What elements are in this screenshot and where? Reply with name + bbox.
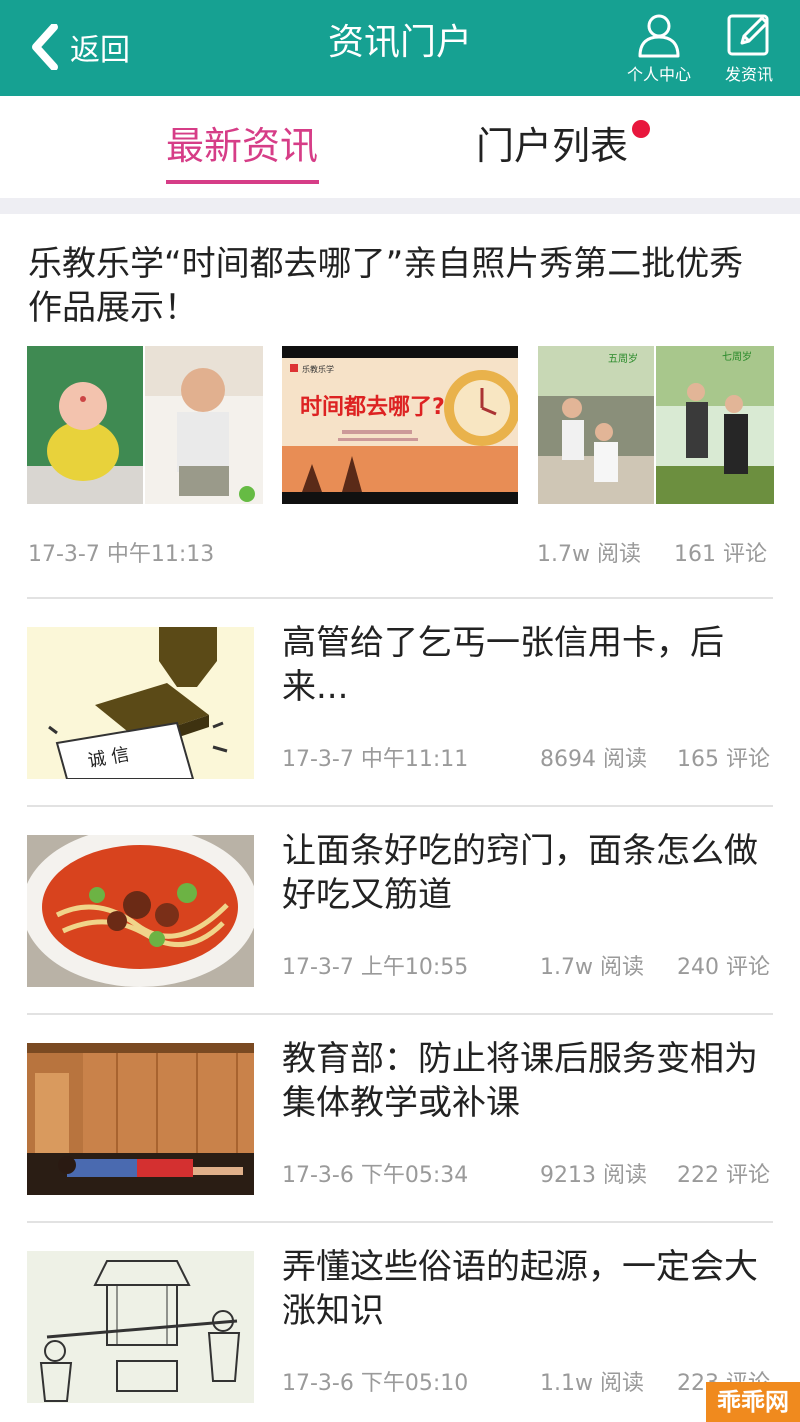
tab-bar: 最新资讯 门户列表 [0,96,800,200]
article-read-count: 8694 阅读 [540,747,647,772]
post-news-label: 发资讯 [724,65,773,84]
article-comment-count: 165 评论 [677,747,770,772]
poster-headline: 时间都去哪了? [300,395,445,420]
feature-article[interactable]: 乐教乐学“时间都去哪了”亲自照片秀第二批优秀作品展示！ 乐教乐学 时间都去哪了?… [0,214,800,598]
article-title: 乐教乐学“时间都去哪了”亲自照片秀第二批优秀作品展示！ [28,244,744,328]
user-icon [638,14,680,58]
list-item[interactable]: 弄懂这些俗语的起源，一定会大涨知识 17-3-6 下午05:10 1.1w 阅读… [0,1223,800,1422]
article-thumbnail [27,1251,254,1403]
tab-portal-list[interactable]: 门户列表 [476,122,628,170]
article-read-count: 9213 阅读 [540,1163,647,1188]
tab-latest-news[interactable]: 最新资讯 [166,122,318,170]
article-read-count: 1.7w 阅读 [537,542,641,567]
article-read-count: 1.7w 阅读 [540,955,644,980]
article-read-count: 1.1w 阅读 [540,1371,644,1396]
post-news-button[interactable]: 发资讯 [706,12,792,85]
article-time: 17-3-7 上午10:55 [282,955,469,980]
article-image-family-photos: 五周岁 七周岁 [538,346,774,504]
article-title: 高管给了乞丐一张信用卡，后来... [282,623,724,707]
article-comment-count: 161 评论 [674,542,767,567]
list-item[interactable]: 教育部：防止将课后服务变相为集体教学或补课 17-3-6 下午05:34 921… [0,1015,800,1221]
article-image-baby-photos [27,346,263,504]
site-watermark: 乖乖网 [706,1382,800,1422]
profile-center-button[interactable]: 个人中心 [616,12,702,85]
list-item[interactable]: 诚 信 高管给了乞丐一张信用卡，后来... 17-3-7 中午11:11 869… [0,599,800,805]
article-title: 让面条好吃的窍门，面条怎么做好吃又筋道 [282,831,758,915]
article-title: 教育部：防止将课后服务变相为集体教学或补课 [282,1039,758,1123]
photo-caption-right: 七周岁 [722,350,752,363]
edit-icon [727,14,769,56]
article-thumbnail [27,1043,254,1195]
article-title: 弄懂这些俗语的起源，一定会大涨知识 [282,1247,758,1331]
article-comment-count: 240 评论 [677,955,770,980]
list-item[interactable]: 让面条好吃的窍门，面条怎么做好吃又筋道 17-3-7 上午10:55 1.7w … [0,807,800,1013]
article-thumbnail: 诚 信 [27,627,254,779]
poster-brand: 乐教乐学 [302,364,334,374]
article-time: 17-3-7 中午11:11 [282,747,469,772]
active-tab-indicator [166,180,319,184]
article-time: 17-3-6 下午05:34 [282,1163,469,1188]
section-divider [0,198,800,214]
article-image-poster: 乐教乐学 时间都去哪了? [282,346,518,504]
article-time: 17-3-6 下午05:10 [282,1371,469,1396]
article-comment-count: 222 评论 [677,1163,770,1188]
notification-badge [632,120,650,138]
photo-caption-left: 五周岁 [608,352,638,365]
profile-center-label: 个人中心 [626,65,691,84]
article-thumbnail [27,835,254,987]
app-header: 返回 资讯门户 个人中心 发资讯 [0,0,800,96]
article-time: 17-3-7 中午11:13 [28,542,215,567]
